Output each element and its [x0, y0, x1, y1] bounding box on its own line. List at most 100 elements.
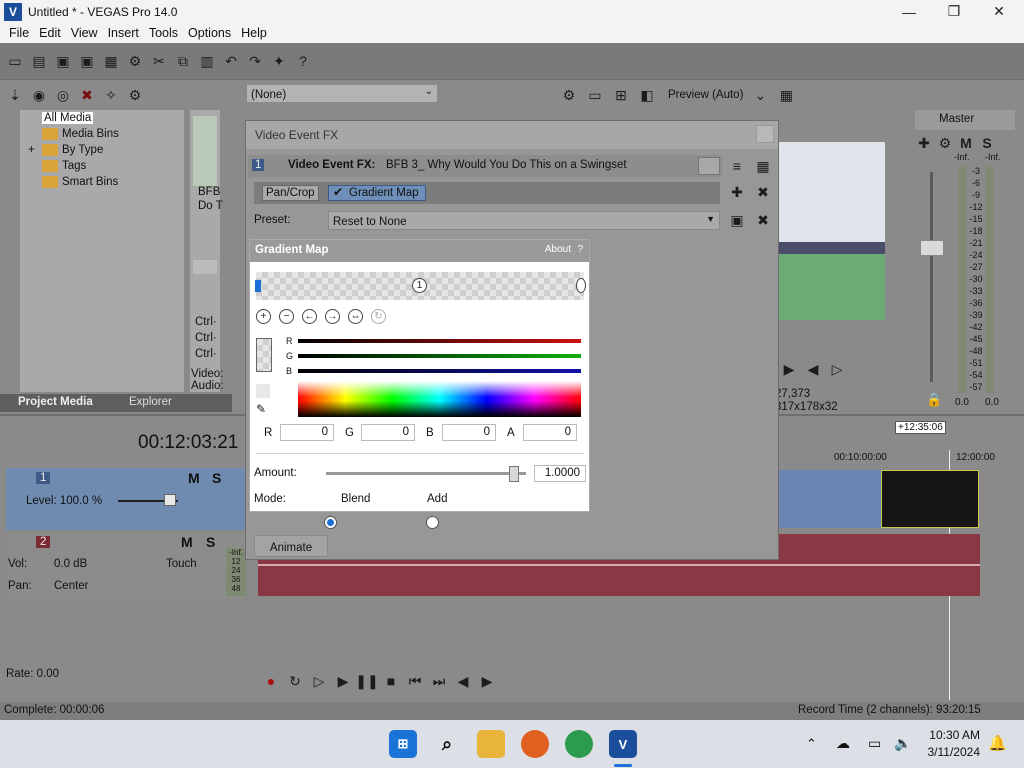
menu-file[interactable]: File	[4, 26, 34, 40]
split-screen-icon[interactable]: ⊞	[612, 86, 630, 104]
redo-icon[interactable]: ↷	[246, 52, 264, 70]
master-solo-button[interactable]: S	[978, 134, 996, 152]
menu-insert[interactable]: Insert	[103, 26, 144, 40]
media-thumbnail[interactable]	[193, 116, 217, 186]
hue-spectrum[interactable]	[298, 381, 581, 417]
loop-icon[interactable]: ↻	[286, 672, 304, 690]
preview-settings-icon[interactable]: ⚙	[560, 86, 578, 104]
menu-help[interactable]: Help	[236, 26, 272, 40]
palette-icon[interactable]	[256, 384, 270, 398]
record-icon[interactable]: ●	[262, 672, 280, 690]
add-plugin-icon[interactable]: ✚	[728, 183, 746, 201]
tree-item-media-bins[interactable]: Media Bins	[62, 128, 119, 140]
eyedropper-icon[interactable]: ✎	[256, 402, 270, 416]
network-icon[interactable]: ☁	[836, 735, 850, 752]
move-stop-right-icon[interactable]: →	[325, 309, 340, 324]
go-to-start-icon[interactable]: ⏮	[406, 672, 424, 690]
cut-icon[interactable]: ✂	[150, 52, 168, 70]
distribute-stops-icon[interactable]: ⇔	[348, 309, 363, 324]
rgba-b-field[interactable]: 0	[442, 424, 496, 441]
menu-view[interactable]: View	[66, 26, 103, 40]
undo-icon[interactable]: ↶	[222, 52, 240, 70]
next-frame-icon[interactable]: ▶	[478, 672, 496, 690]
render-icon[interactable]: ▦	[102, 52, 120, 70]
grid-icon[interactable]: ▦	[777, 86, 795, 104]
close-button[interactable]: ✕	[976, 0, 1022, 23]
about-link[interactable]: About	[545, 244, 571, 255]
help-icon[interactable]: ?	[294, 52, 312, 70]
get-media-icon[interactable]: ◎	[54, 86, 72, 104]
new-icon[interactable]: ▭	[6, 52, 24, 70]
amount-slider-handle[interactable]	[509, 466, 519, 482]
chevron-up-icon[interactable]: ⌃	[806, 736, 817, 752]
help-link[interactable]: ?	[577, 244, 583, 255]
chevron-down-icon[interactable]: ⌄	[751, 86, 769, 104]
color-swatch[interactable]	[256, 338, 272, 372]
list-view-icon[interactable]: ≡	[728, 157, 746, 175]
preview-quality-dropdown[interactable]: Preview (Auto)	[668, 89, 743, 101]
track-2-solo-button[interactable]: S	[206, 534, 215, 550]
gradient-stop-end[interactable]	[576, 278, 586, 293]
go-to-end-icon[interactable]: ⏭	[430, 672, 448, 690]
tree-item-tags[interactable]: Tags	[62, 160, 86, 172]
gradient-stop-start[interactable]	[255, 280, 261, 292]
pause-icon[interactable]: ❚❚	[355, 672, 378, 690]
amount-field[interactable]: 1.0000	[534, 465, 586, 482]
overlay-icon[interactable]: ◧	[638, 86, 656, 104]
tree-item-all-media[interactable]: All Media	[42, 112, 94, 124]
next-frame2-icon[interactable]: ▷	[828, 360, 846, 378]
rgba-r-field[interactable]: 0	[280, 424, 334, 441]
display-icon[interactable]: ▭	[868, 735, 881, 752]
check-icon[interactable]: ✔	[333, 185, 343, 199]
open-icon[interactable]: ▤	[30, 52, 48, 70]
menu-edit[interactable]: Edit	[34, 26, 66, 40]
rgba-g-field[interactable]: 0	[361, 424, 415, 441]
delete-preset-icon[interactable]: ✖	[754, 211, 772, 229]
track-1-level-handle[interactable]	[164, 494, 176, 506]
tab-project-media[interactable]: Project Media	[18, 396, 93, 408]
tree-expander[interactable]: +	[28, 144, 35, 156]
remove-stop-icon[interactable]: −	[279, 309, 294, 324]
save-preset-icon[interactable]: ▣	[728, 211, 746, 229]
fx-view-button[interactable]	[698, 157, 720, 175]
firefox-icon[interactable]	[521, 730, 549, 758]
tree-item-smart-bins[interactable]: Smart Bins	[62, 176, 118, 188]
video-event-black[interactable]	[881, 470, 979, 528]
notification-bell-icon[interactable]: 🔔	[988, 734, 1007, 752]
previous-frame-icon[interactable]: ◀	[454, 672, 472, 690]
grid-view-icon[interactable]: ▦	[754, 157, 772, 175]
speaker-icon[interactable]: 🔈	[894, 735, 911, 752]
animate-button[interactable]: Animate	[254, 535, 328, 557]
file-explorer-icon[interactable]	[477, 730, 505, 758]
vegas-taskbar-icon[interactable]: V	[609, 730, 637, 758]
mode-add-label[interactable]: Add	[427, 493, 447, 505]
plugin-pan-crop[interactable]: Pan/Crop	[262, 185, 319, 201]
search-icon[interactable]: ⌕	[433, 730, 461, 758]
master-fx-icon[interactable]: ✚	[915, 134, 933, 152]
channel-b-slider[interactable]	[298, 369, 581, 373]
plugin-icon[interactable]: ✦	[270, 52, 288, 70]
amount-slider-track[interactable]	[326, 472, 526, 475]
next-frame-icon[interactable]: ▶	[780, 360, 798, 378]
mode-blend-label[interactable]: Blend	[341, 493, 370, 505]
clock-date[interactable]: 3/11/2024	[924, 745, 981, 759]
reverse-stops-icon[interactable]: ↻	[371, 309, 386, 324]
maximize-button[interactable]: ❐	[931, 0, 977, 23]
menu-options[interactable]: Options	[183, 26, 236, 40]
tree-item-by-type[interactable]: By Type	[62, 144, 103, 156]
channel-r-slider[interactable]	[298, 339, 581, 343]
media-fx-icon[interactable]: ✧	[102, 86, 120, 104]
properties-icon[interactable]: ⚙	[126, 52, 144, 70]
dialog-close-button[interactable]	[756, 125, 774, 143]
add-stop-icon[interactable]: +	[256, 309, 271, 324]
move-stop-left-icon[interactable]: ←	[302, 309, 317, 324]
capture-icon[interactable]: ◉	[30, 86, 48, 104]
minimize-button[interactable]: —	[886, 0, 932, 23]
save-as-icon[interactable]: ▣	[78, 52, 96, 70]
channel-g-slider[interactable]	[298, 354, 581, 358]
tab-explorer[interactable]: Explorer	[129, 396, 172, 408]
chrome-icon[interactable]	[565, 730, 593, 758]
track-2-mute-button[interactable]: M	[181, 534, 193, 550]
master-mute-button[interactable]: M	[957, 134, 975, 152]
save-icon[interactable]: ▣	[54, 52, 72, 70]
